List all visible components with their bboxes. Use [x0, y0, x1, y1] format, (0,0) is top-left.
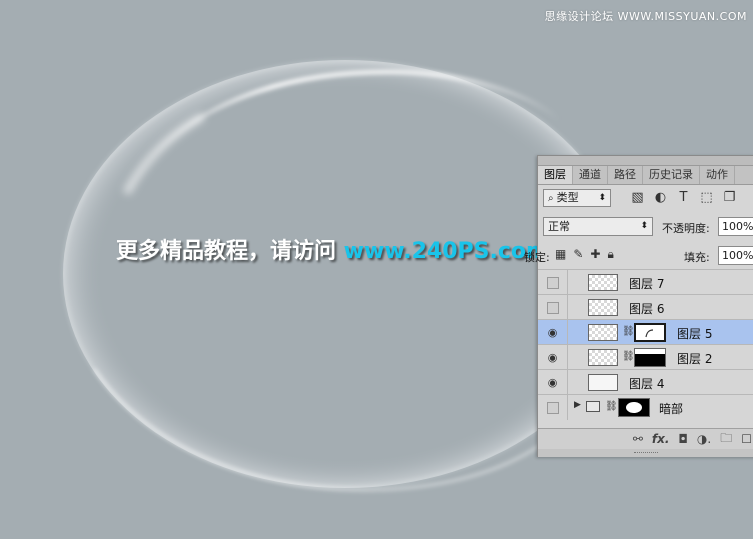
layer-name: 暗部 [659, 402, 684, 416]
search-icon: ⌕ [548, 193, 554, 204]
visibility-toggle[interactable] [538, 395, 568, 420]
shape-filter-icon[interactable]: ⬚ [699, 190, 714, 205]
dropdown-arrow-icon: ⬍ [598, 193, 606, 203]
tutorial-watermark-text: 更多精品教程，请访问 [116, 239, 344, 264]
blend-mode-value: 正常 [548, 220, 570, 233]
visibility-toggle[interactable]: ◉ [538, 320, 568, 345]
tab-paths[interactable]: 路径 [608, 166, 643, 184]
fill-input[interactable]: 100% [718, 246, 753, 265]
lock-paint-icon[interactable]: ✎ [573, 247, 583, 262]
blend-mode-select[interactable]: 正常 ⬍ [543, 217, 653, 236]
fx-icon[interactable]: fx. [652, 432, 670, 446]
layer-mask-thumbnail[interactable] [634, 348, 666, 367]
eye-icon: ◉ [547, 351, 558, 364]
panel-resize-grip[interactable] [538, 449, 753, 457]
fill-label: 填充: [684, 251, 710, 264]
layer-row[interactable]: ◉ ⛓︎ 图层 2 [538, 344, 753, 370]
layer-row[interactable]: 图层 6 [538, 294, 753, 320]
visibility-toggle[interactable] [538, 295, 568, 320]
layer-row[interactable]: ◉ 图层 4 [538, 369, 753, 395]
visibility-off-icon [546, 401, 559, 414]
mask-curve-shape [645, 329, 654, 338]
layers-panel: 图层 通道 路径 历史记录 动作 ⌕ 类型 ⬍ ▧ ◐ T ⬚ ❐ 正常 ⬍ 不透… [524, 155, 753, 457]
layer-filter-value: 类型 [556, 191, 579, 204]
folder-icon [586, 401, 600, 412]
layer-row[interactable]: ◉ ⛓︎ 图层 5 [538, 319, 753, 345]
tab-actions[interactable]: 动作 [700, 166, 735, 184]
layer-name: 图层 4 [629, 377, 665, 391]
adjustment-layer-icon[interactable]: ◑. [697, 432, 711, 446]
layer-name: 图层 5 [677, 327, 713, 341]
visibility-toggle[interactable]: ◉ [538, 370, 568, 395]
opacity-label: 不透明度: [662, 222, 710, 235]
layer-group-row[interactable]: ▶ ⛓︎ 暗部 [538, 394, 753, 420]
add-mask-icon[interactable]: ◘ [678, 432, 688, 446]
layer-name: 图层 2 [677, 352, 713, 366]
lock-position-icon[interactable]: ✚ [590, 247, 600, 262]
tutorial-watermark-url: www.240PS.com [343, 239, 549, 264]
opacity-input[interactable]: 100% [718, 217, 753, 236]
layer-row[interactable]: 图层 7 [538, 269, 753, 295]
smart-object-filter-icon[interactable]: ❐ [722, 190, 737, 205]
filter-icons: ▧ ◐ T ⬚ ❐ [630, 190, 737, 205]
adjustment-filter-icon[interactable]: ◐ [653, 190, 668, 205]
layer-name: 图层 6 [629, 302, 665, 316]
new-group-icon[interactable]: 🗀︎ [720, 429, 732, 450]
eye-icon: ◉ [547, 376, 558, 389]
layer-thumbnail [588, 324, 618, 341]
expand-arrow-icon[interactable]: ▶ [574, 400, 581, 410]
layer-thumbnail [588, 374, 618, 391]
visibility-toggle[interactable]: ◉ [538, 345, 568, 370]
tab-channels[interactable]: 通道 [573, 166, 608, 184]
tutorial-watermark: 更多精品教程，请访问 www.240PS.com [116, 233, 549, 265]
group-mask-thumbnail[interactable] [618, 398, 650, 417]
tab-layers[interactable]: 图层 [538, 166, 573, 184]
lock-icons: ▦ ✎ ✚ 🔒︎ [555, 247, 614, 262]
lock-label: 锁定: [524, 251, 550, 264]
panel-drag-bar[interactable] [538, 156, 753, 166]
panel-bottom-toolbar: ⚯ fx. ◘ ◑. 🗀︎ ☐ [538, 428, 753, 449]
layer-mask-thumbnail[interactable] [634, 323, 666, 342]
layer-filter-select[interactable]: ⌕ 类型 ⬍ [543, 189, 611, 207]
eye-icon: ◉ [547, 326, 558, 339]
chain-link-icon[interactable]: ⛓︎ [605, 401, 618, 412]
panel-tabs: 图层 通道 路径 历史记录 动作 [538, 166, 753, 185]
mask-blob-shape [626, 402, 642, 413]
lock-transparency-icon[interactable]: ▦ [555, 247, 566, 262]
type-filter-icon[interactable]: T [676, 190, 691, 205]
layer-thumbnail [588, 299, 618, 316]
layer-thumbnail [588, 349, 618, 366]
site-watermark: 思缘设计论坛 WWW.MISSYUAN.COM [544, 10, 747, 23]
layer-name: 图层 7 [629, 277, 665, 291]
layer-thumbnail [588, 274, 618, 291]
chain-link-icon[interactable]: ⛓︎ [622, 351, 635, 362]
link-layers-icon[interactable]: ⚯ [633, 432, 643, 446]
new-layer-icon[interactable]: ☐ [741, 432, 752, 446]
image-filter-icon[interactable]: ▧ [630, 190, 645, 205]
visibility-toggle[interactable] [538, 270, 568, 295]
visibility-off-icon [546, 301, 559, 314]
visibility-off-icon [546, 276, 559, 289]
dropdown-arrow-icon: ⬍ [640, 221, 648, 231]
chain-link-icon[interactable]: ⛓︎ [622, 326, 635, 337]
tab-history[interactable]: 历史记录 [643, 166, 700, 184]
layer-list: 图层 7 图层 6 ◉ ⛓︎ 图层 5 ◉ ⛓︎ 图层 2 ◉ 图层 4 ▶ ⛓… [538, 269, 753, 420]
lock-all-icon[interactable]: 🔒︎ [607, 247, 613, 262]
